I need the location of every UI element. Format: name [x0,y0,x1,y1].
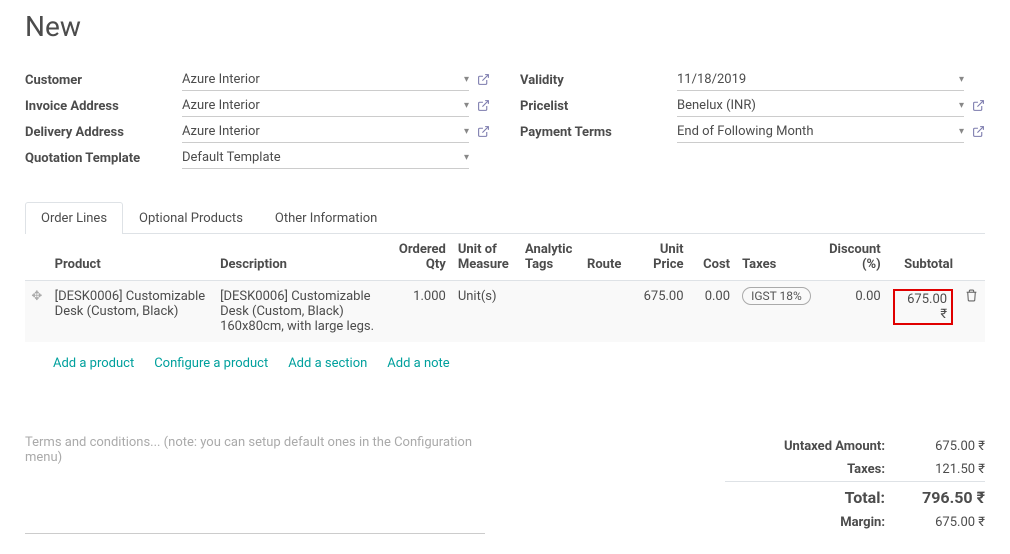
line-discount[interactable]: 0.00 [820,281,887,343]
label-invoice-address: Invoice Address [25,99,182,114]
chevron-down-icon: ▾ [959,126,964,137]
totals: Untaxed Amount: 675.00 ₹ Taxes: 121.50 ₹… [725,435,985,534]
line-description[interactable]: [DESK0006] Customizable Desk (Custom, Bl… [214,281,390,343]
line-subtotal: 675.00 ₹ [887,281,959,343]
configure-product-link[interactable]: Configure a product [154,356,268,371]
line-route[interactable] [581,281,633,343]
trash-icon[interactable] [959,281,985,343]
chevron-down-icon: ▾ [464,74,469,85]
add-product-link[interactable]: Add a product [53,356,134,371]
label-validity: Validity [520,73,677,88]
label-quotation-template: Quotation Template [25,151,182,166]
col-route: Route [581,234,633,281]
external-link-icon[interactable] [477,73,490,88]
tab-order-lines[interactable]: Order Lines [25,202,123,234]
customer-input[interactable]: Azure Interior ▾ [182,69,469,91]
line-qty[interactable]: 1.000 [390,281,452,343]
chevron-down-icon: ▾ [464,100,469,111]
invoice-address-value: Azure Interior [182,98,260,113]
pricelist-input[interactable]: Benelux (INR) ▾ [677,95,964,117]
customer-value: Azure Interior [182,72,260,87]
chevron-down-icon: ▾ [959,100,964,111]
taxes-label: Taxes: [725,462,905,477]
total-label: Total: [725,488,905,507]
validity-input[interactable]: 11/18/2019 ▾ [677,69,964,91]
line-unit-price[interactable]: 675.00 [633,281,690,343]
margin-value: 675.00 ₹ [905,515,985,530]
untaxed-label: Untaxed Amount: [725,439,905,454]
col-description: Description [214,234,390,281]
col-product: Product [49,234,214,281]
external-link-icon[interactable] [972,99,985,114]
form-top: Customer Azure Interior ▾ Invoice Addres… [25,68,985,172]
drag-handle-icon[interactable]: ✥ [25,281,49,343]
external-link-icon[interactable] [477,125,490,140]
form-col-left: Customer Azure Interior ▾ Invoice Addres… [25,68,490,172]
tab-optional-products[interactable]: Optional Products [123,202,259,234]
col-analytic: AnalyticTags [519,234,581,281]
label-payment-terms: Payment Terms [520,125,677,140]
form-col-right: Validity 11/18/2019 ▾ Pricelist Benelux … [520,68,985,172]
terms-input[interactable]: Terms and conditions... (note: you can s… [25,435,485,534]
col-unit-price: UnitPrice [633,234,690,281]
page-title: New [25,10,985,43]
margin-label: Margin: [725,515,905,530]
payment-terms-input[interactable]: End of Following Month ▾ [677,121,964,143]
col-ordered-qty: OrderedQty [390,234,452,281]
taxes-value: 121.50 ₹ [905,462,985,477]
external-link-icon[interactable] [972,125,985,140]
external-link-icon[interactable] [477,99,490,114]
pricelist-value: Benelux (INR) [677,98,756,113]
chevron-down-icon: ▾ [464,126,469,137]
col-uom: Unit ofMeasure [452,234,519,281]
chevron-down-icon: ▾ [464,152,469,163]
quotation-template-value: Default Template [182,150,281,165]
order-lines-table: Product Description OrderedQty Unit ofMe… [25,234,985,385]
col-taxes: Taxes [736,234,819,281]
tax-pill[interactable]: IGST 18% [742,287,811,305]
invoice-address-input[interactable]: Azure Interior ▾ [182,95,469,117]
label-customer: Customer [25,73,182,88]
tab-other-information[interactable]: Other Information [259,202,393,234]
quotation-template-input[interactable]: Default Template ▾ [182,147,469,169]
line-product[interactable]: [DESK0006] Customizable Desk (Custom, Bl… [49,281,214,343]
total-value: 796.50 ₹ [905,488,985,507]
col-subtotal: Subtotal [887,234,959,281]
tabs: Order Lines Optional Products Other Info… [25,202,985,234]
delivery-address-input[interactable]: Azure Interior ▾ [182,121,469,143]
add-section-link[interactable]: Add a section [288,356,367,371]
table-row[interactable]: ✥ [DESK0006] Customizable Desk (Custom, … [25,281,985,343]
label-pricelist: Pricelist [520,99,677,114]
line-cost[interactable]: 0.00 [690,281,737,343]
chevron-down-icon: ▾ [959,74,964,85]
payment-terms-value: End of Following Month [677,124,813,139]
line-analytic[interactable] [519,281,581,343]
add-note-link[interactable]: Add a note [387,356,449,371]
line-uom[interactable]: Unit(s) [452,281,519,343]
col-cost: Cost [690,234,737,281]
col-discount: Discount(%) [820,234,887,281]
validity-value: 11/18/2019 [677,72,746,87]
line-taxes[interactable]: IGST 18% [736,281,819,343]
delivery-address-value: Azure Interior [182,124,260,139]
label-delivery-address: Delivery Address [25,125,182,140]
untaxed-value: 675.00 ₹ [905,439,985,454]
